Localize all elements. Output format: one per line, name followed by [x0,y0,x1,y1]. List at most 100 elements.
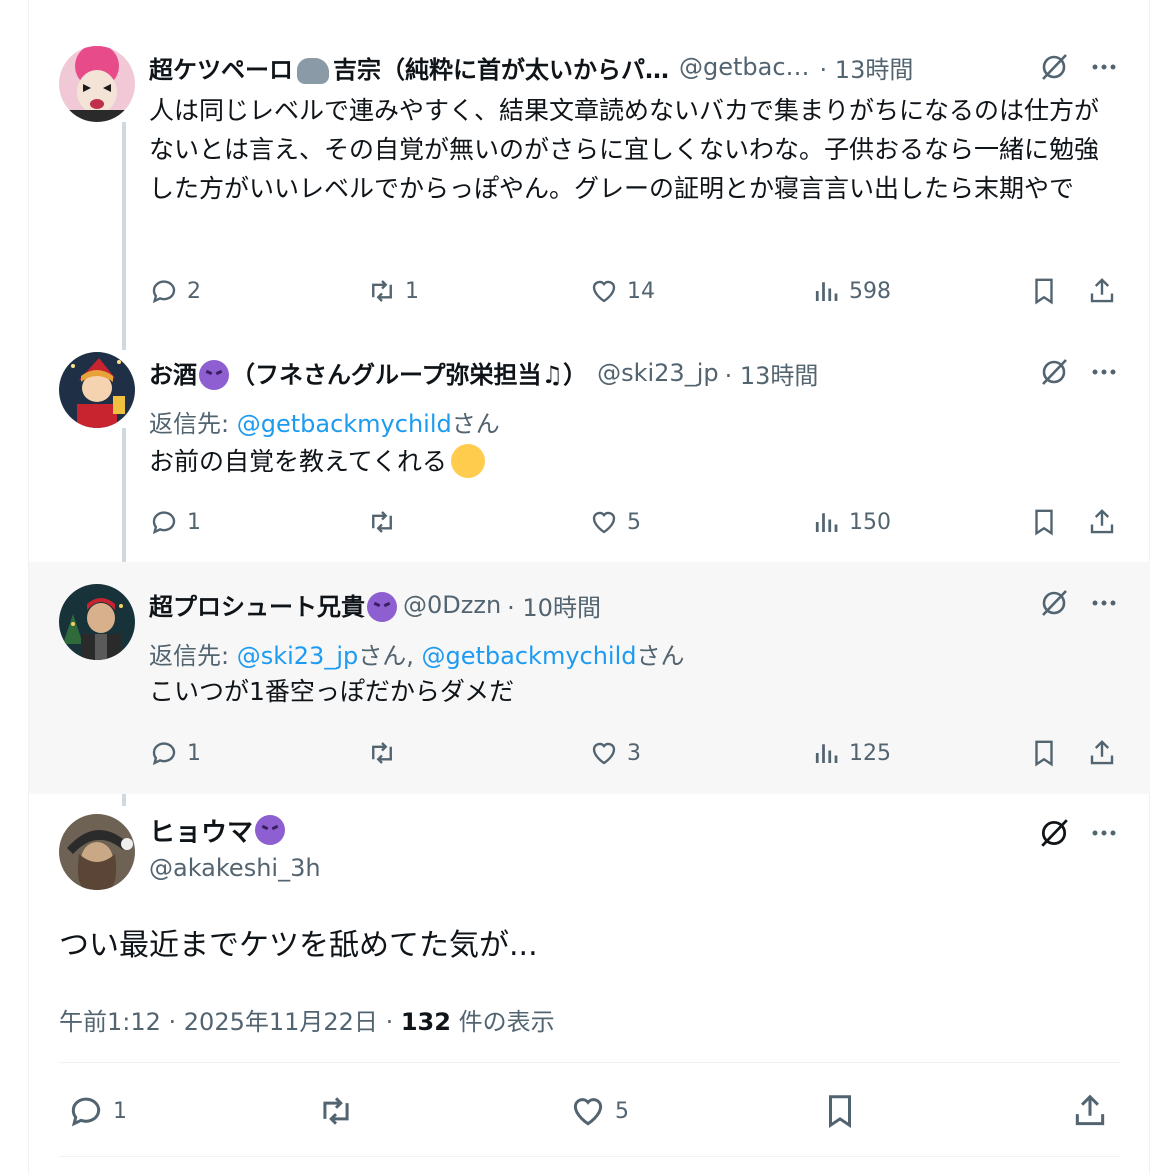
retweet-button[interactable] [317,1086,355,1136]
grok-icon[interactable] [1036,585,1072,621]
reply-button[interactable]: 1 [67,1086,127,1136]
bookmark-button[interactable] [821,1086,859,1136]
share-button[interactable] [1087,733,1117,773]
bookmark-icon [1035,278,1053,305]
devil-icon [367,592,397,622]
grok-icon[interactable] [1036,354,1072,390]
more-icon[interactable] [1086,585,1122,621]
like-count: 5 [627,509,641,535]
timestamp[interactable]: 午前1:12 · 2025年11月22日 · [59,1008,401,1036]
grok-icon[interactable] [1036,49,1072,85]
view-count: 598 [849,278,891,304]
mention-link[interactable]: @ski23_jp [237,642,359,670]
retweet-button[interactable]: 1 [367,271,419,311]
like-count: 5 [615,1098,629,1124]
more-icon[interactable] [1086,49,1122,85]
display-name-text: ヒョウマ [149,818,254,848]
heart-icon [592,511,616,534]
reply-button[interactable]: 1 [149,502,201,542]
views-icon [815,513,838,532]
reply-icon [152,511,176,535]
display-name[interactable]: お酒 （フネさんグループ弥栄担当♫） [149,356,587,390]
bookmark-button[interactable] [1029,733,1059,773]
display-name-part: お酒 [149,361,197,389]
tweet[interactable]: お酒 （フネさんグループ弥栄担当♫） @ski23_jp · 13時間 返信先: … [29,340,1150,562]
views-icon [815,744,838,763]
devil-icon [199,360,229,390]
views-button[interactable]: 598 [811,271,891,311]
devil-icon [255,814,286,845]
handle[interactable]: @0Dzzn [403,591,501,619]
retweet-icon [372,742,392,764]
views-button[interactable]: 150 [811,502,891,542]
reply-separator: さん, [358,642,422,670]
views-icon [815,282,838,301]
retweet-icon [372,511,392,533]
retweet-button[interactable] [367,733,405,773]
reply-label: 返信先: [149,642,237,670]
tweet-header: 超ケツペーロ 吉宗（純粋に首が太いからパ… @getbac… · 13時間 [149,50,1000,84]
reply-button[interactable]: 2 [149,271,201,311]
like-button[interactable]: 3 [589,733,641,773]
like-button[interactable]: 5 [569,1086,629,1136]
conversation-column: 超ケツペーロ 吉宗（純粋に首が太いからパ… @getbac… · 13時間 人は同… [28,0,1150,1174]
tweet-text: 人は同じレベルで連みやすく、結果文章読めないバカで集まりがちになるのは仕方がない… [149,96,1100,203]
share-button[interactable] [1087,502,1117,542]
handle[interactable]: @getbac… [679,53,810,81]
view-count: 150 [849,509,891,535]
bookmark-button[interactable] [1029,502,1059,542]
tweet-actions: 1 3 125 [149,733,1120,773]
more-icon[interactable] [1086,815,1122,851]
display-name-part: 吉宗（純粋に首が太いからパ… [333,55,669,84]
share-icon [1090,740,1114,765]
reply-icon [152,742,176,766]
reply-count: 2 [187,278,201,304]
bookmark-button[interactable] [1029,271,1059,311]
reply-icon [71,1097,101,1127]
timestamp[interactable]: · 13時間 [820,50,914,84]
view-count: 125 [849,740,891,766]
timestamp[interactable]: · 13時間 [725,356,819,390]
more-icon[interactable] [1086,354,1122,390]
display-name[interactable]: 超プロシュート兄貴 [149,588,399,622]
avatar[interactable] [59,352,135,428]
share-icon [1090,509,1114,534]
tweet-text: つい最近までケツを舐めてた気が... [59,928,538,963]
retweet-button[interactable] [367,502,405,542]
share-icon [1090,278,1114,303]
reply-button[interactable]: 1 [149,733,201,773]
handle[interactable]: @ski23_jp [597,359,719,387]
reply-suffix: さん [451,410,500,438]
grok-icon[interactable] [1036,815,1072,851]
mention-link[interactable]: @getbackmychild [237,410,452,438]
display-name-part: 超プロシュート兄貴 [149,593,365,621]
avatar[interactable] [59,814,135,890]
view-count: 132 [400,1008,451,1036]
reply-label: 返信先: [149,410,237,438]
share-button[interactable] [1071,1086,1109,1136]
tweet-text: お前の自覚を教えてくれる [149,442,1120,481]
main-tweet: ヒョウマ @akakeshi_3h つい最近までケツを舐めてた気が... 午前1… [29,794,1150,1174]
display-name[interactable]: 超ケツペーロ 吉宗（純粋に首が太いからパ… [149,50,669,84]
share-button[interactable] [1087,271,1117,311]
avatar[interactable] [59,46,135,122]
like-count: 14 [627,278,655,304]
reply-suffix: さん [636,642,685,670]
reply-count: 1 [187,509,201,535]
mention-link[interactable]: @getbackmychild [422,642,637,670]
divider [59,1156,1120,1157]
view-label: 件の表示 [450,1008,555,1036]
handle[interactable]: @akakeshi_3h [149,854,321,882]
tweet[interactable]: 超ケツペーロ 吉宗（純粋に首が太いからパ… @getbac… · 13時間 人は同… [29,0,1150,340]
share-icon [1075,1094,1105,1126]
views-button[interactable]: 125 [811,733,891,773]
like-button[interactable]: 14 [589,271,655,311]
avatar[interactable] [59,584,135,660]
like-button[interactable]: 5 [589,502,641,542]
tweet[interactable]: 超プロシュート兄貴 @0Dzzn · 10時間 返信先: @ski23_jpさん… [29,562,1150,794]
tweet-header: 超プロシュート兄貴 @0Dzzn · 10時間 [149,588,1000,622]
timestamp[interactable]: · 10時間 [507,588,601,622]
display-name[interactable]: ヒョウマ [149,812,287,849]
heart-icon [573,1098,603,1126]
retweet-count: 1 [405,278,419,304]
